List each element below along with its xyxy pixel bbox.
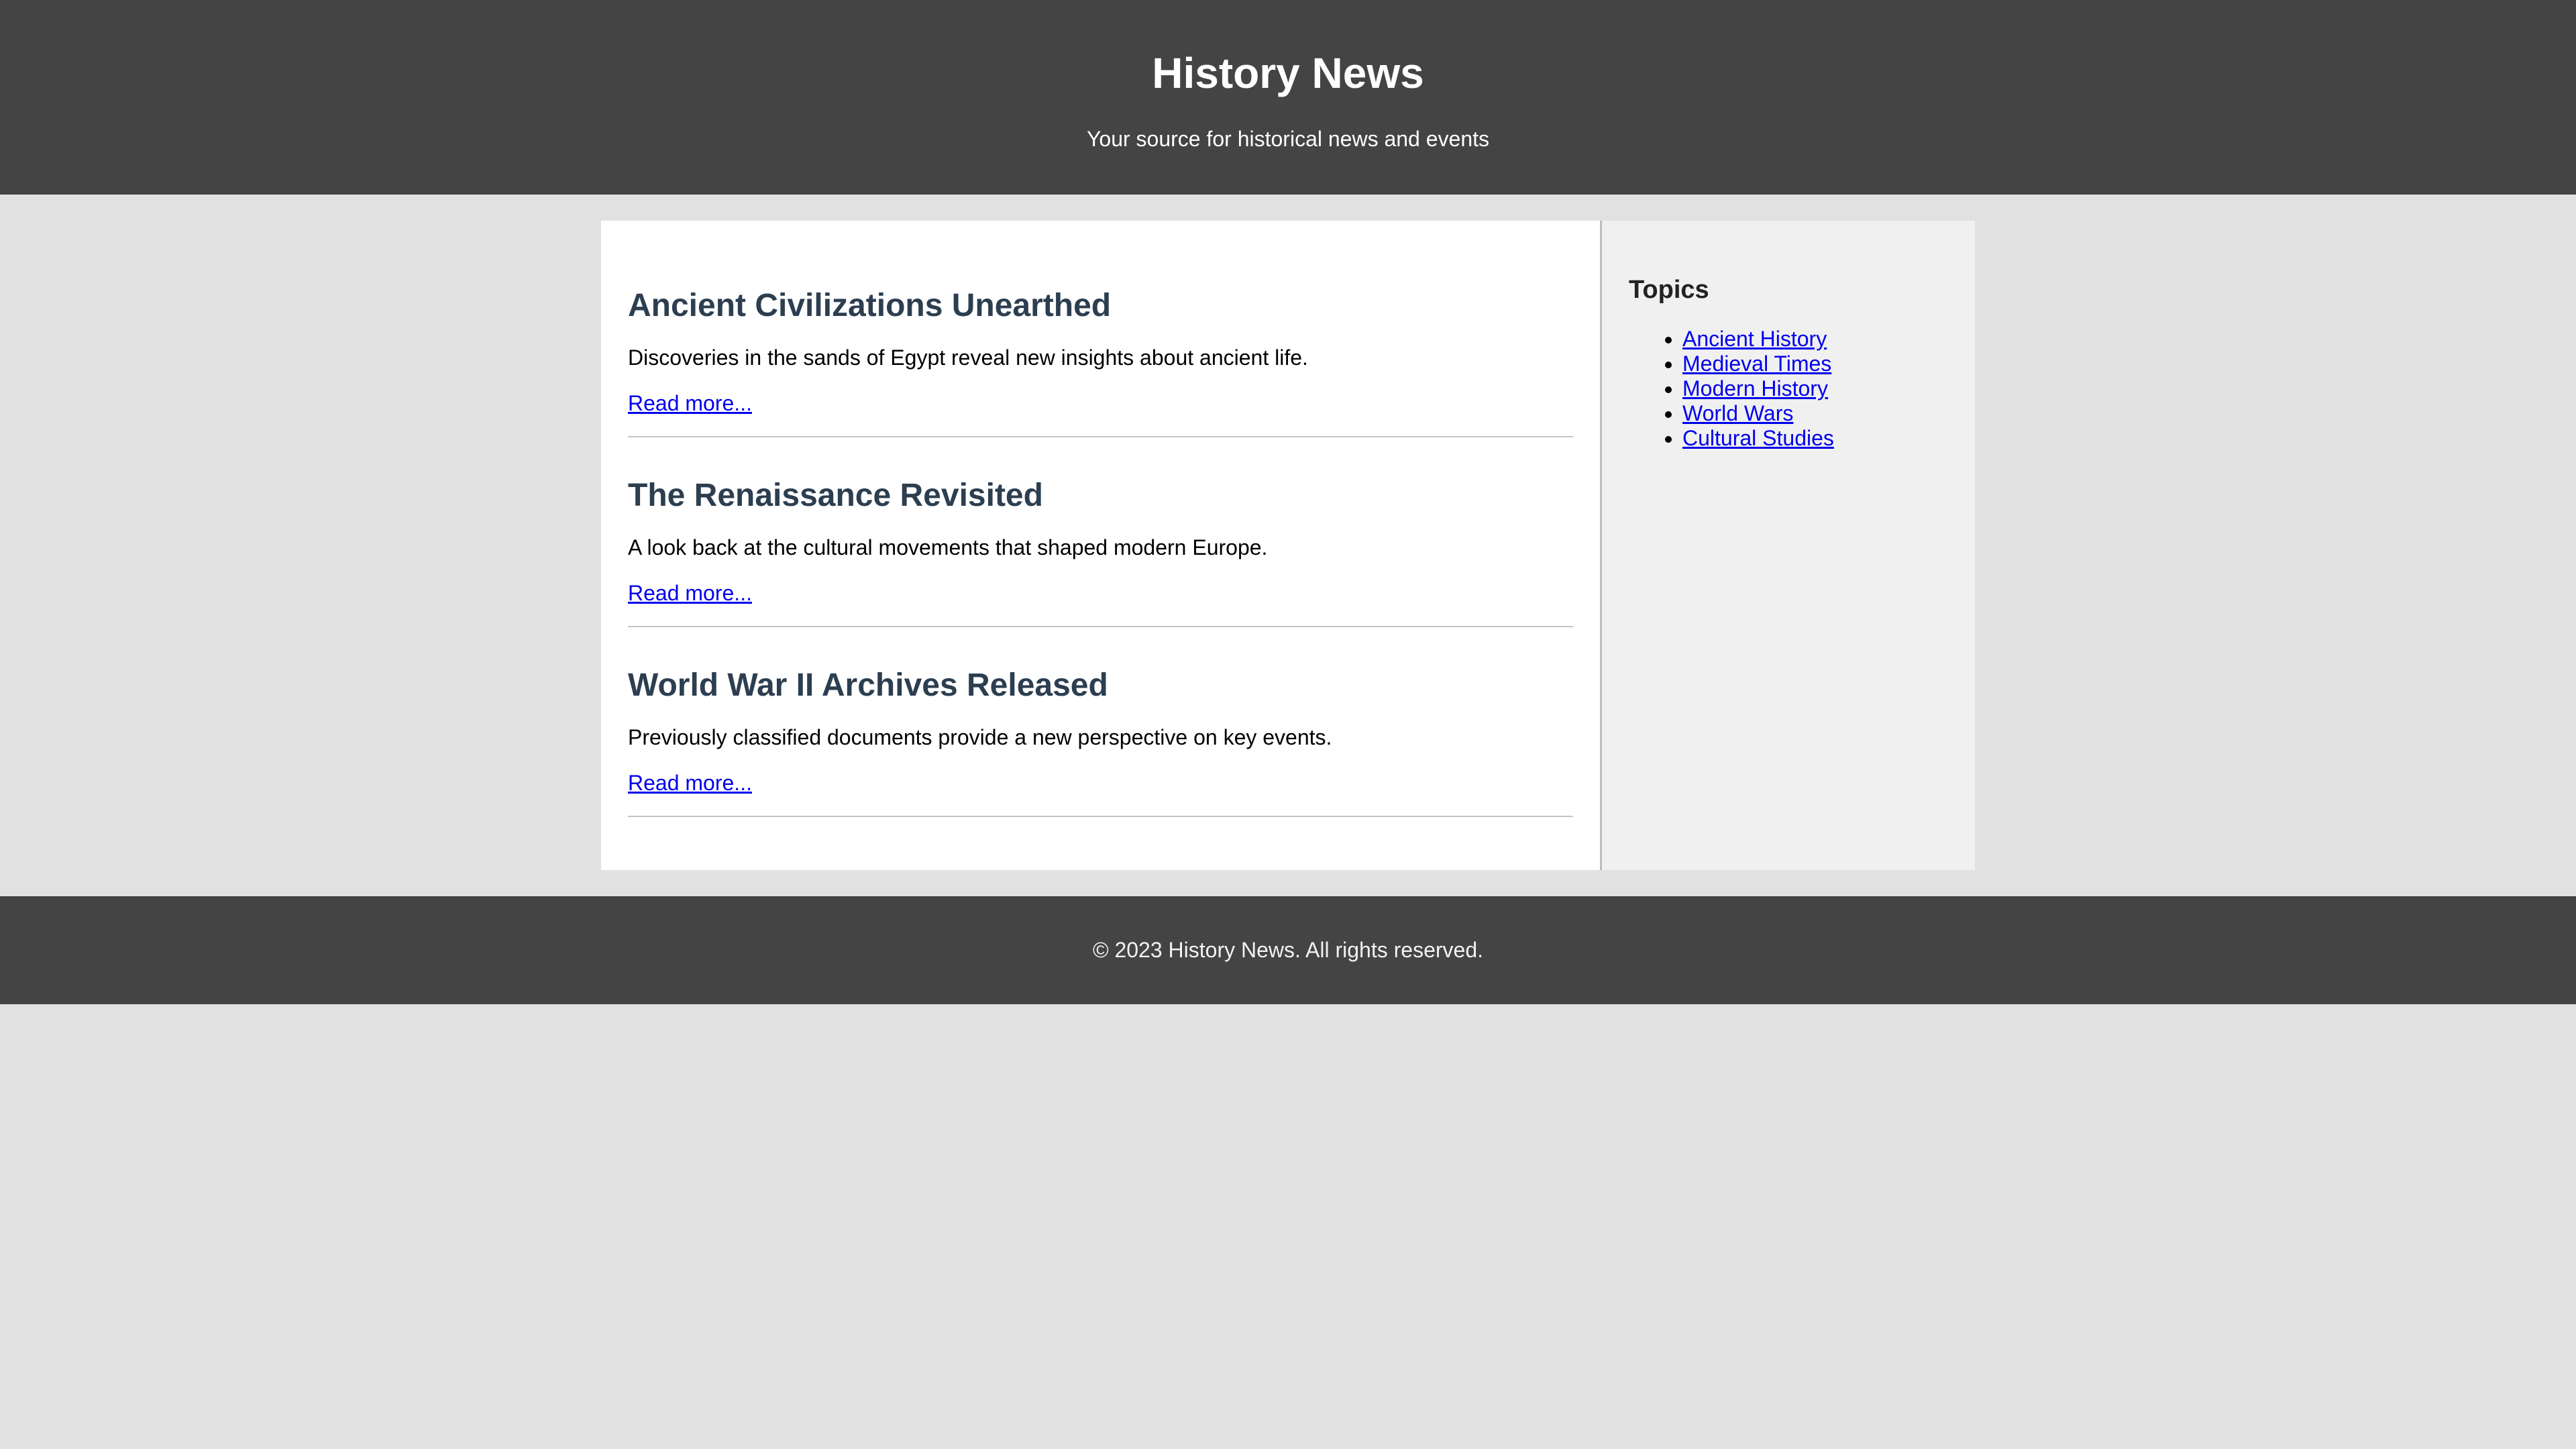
article: World War II Archives Released Previousl… — [628, 627, 1573, 817]
main-content: Ancient Civilizations Unearthed Discover… — [601, 221, 1602, 870]
site-header: History News Your source for historical … — [0, 0, 2576, 195]
topic-link-world-wars[interactable]: World Wars — [1682, 401, 1793, 425]
topic-link-medieval-times[interactable]: Medieval Times — [1682, 352, 1831, 376]
article: The Renaissance Revisited A look back at… — [628, 437, 1573, 627]
topic-list-item: Ancient History — [1682, 327, 1834, 352]
topic-list-item: Modern History — [1682, 376, 1834, 401]
topic-link-cultural-studies[interactable]: Cultural Studies — [1682, 426, 1834, 450]
topics-sidebar: Topics Ancient History Medieval Times Mo… — [1602, 221, 1975, 870]
topic-link-ancient-history[interactable]: Ancient History — [1682, 327, 1827, 351]
read-more-link[interactable]: Read more... — [628, 769, 752, 796]
article-summary: A look back at the cultural movements th… — [628, 535, 1268, 559]
site-footer: © 2023 History News. All rights reserved… — [0, 896, 2576, 1004]
site-tagline: Your source for historical news and even… — [1086, 127, 1490, 151]
read-more-link[interactable]: Read more... — [628, 390, 752, 417]
page-layout: Ancient Civilizations Unearthed Discover… — [601, 221, 1975, 870]
site-title: History News — [1152, 49, 1424, 97]
article-title: World War II Archives Released — [628, 667, 1108, 703]
read-more-link[interactable]: Read more... — [628, 580, 752, 606]
article-title: The Renaissance Revisited — [628, 478, 1043, 513]
topic-list-item: Medieval Times — [1682, 352, 1834, 376]
article-summary: Previously classified documents provide … — [628, 725, 1332, 749]
article-title: Ancient Civilizations Unearthed — [628, 288, 1112, 323]
copyright-text: © 2023 History News. All rights reserved… — [1092, 938, 1483, 962]
article: Ancient Civilizations Unearthed Discover… — [628, 248, 1573, 437]
article-summary: Discoveries in the sands of Egypt reveal… — [628, 345, 1308, 370]
topic-list: Ancient History Medieval Times Modern Hi… — [1629, 327, 1834, 451]
sidebar-title: Topics — [1629, 276, 1709, 304]
topic-link-modern-history[interactable]: Modern History — [1682, 376, 1828, 400]
topic-list-item: Cultural Studies — [1682, 426, 1834, 451]
topic-list-item: World Wars — [1682, 401, 1834, 426]
